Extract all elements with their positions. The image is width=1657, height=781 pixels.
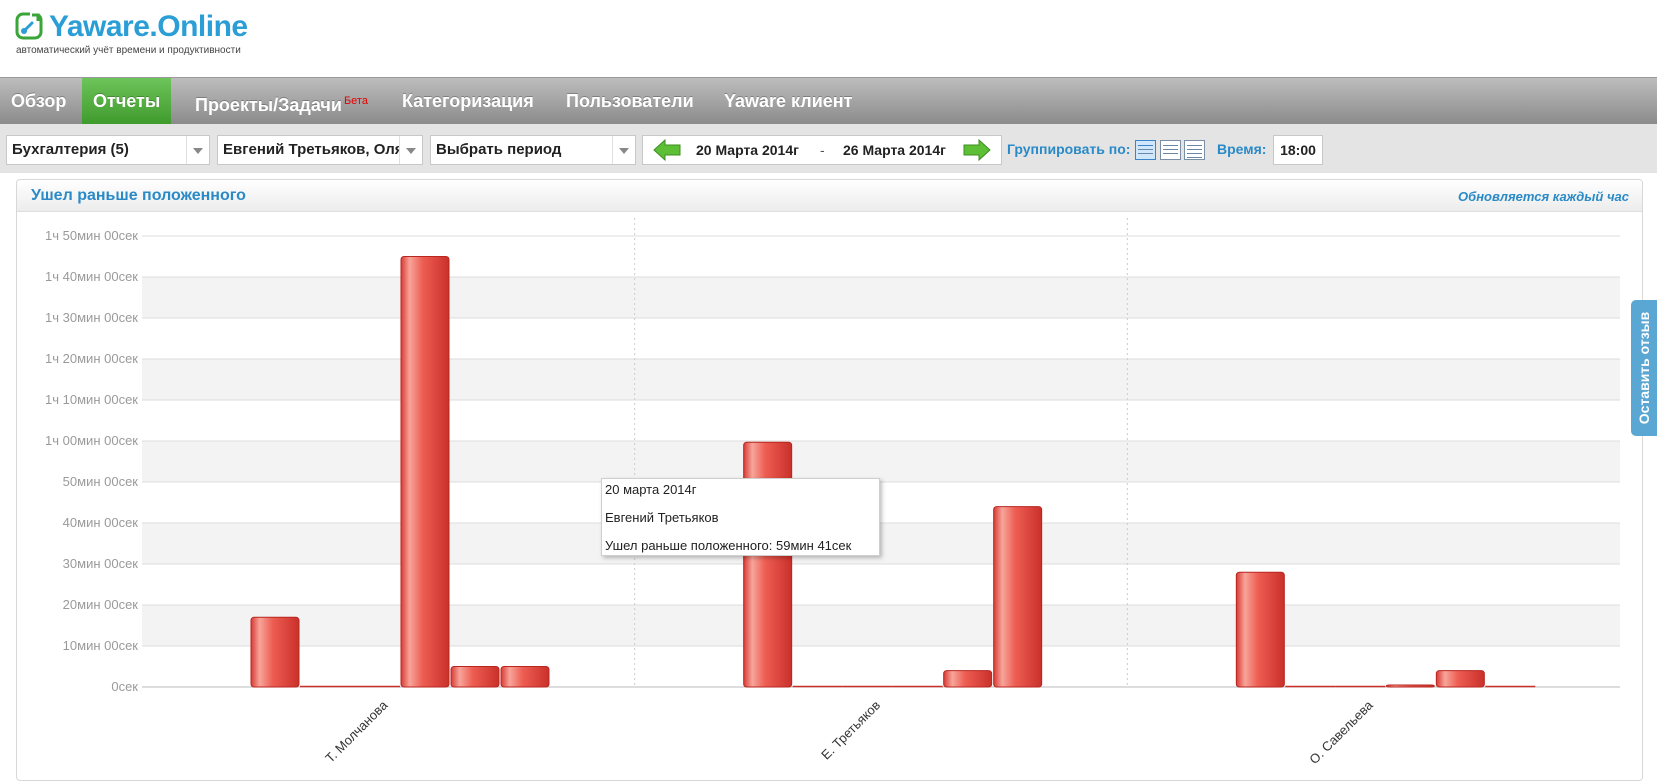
grid-band	[142, 523, 1620, 564]
bar	[993, 506, 1043, 688]
feedback-label: Оставить отзыв	[1636, 311, 1652, 425]
y-tick-label: 1ч 40мин 00сек	[45, 269, 138, 284]
tooltip-value: Ушел раньше положенного: 59мин 41сек	[605, 538, 852, 553]
y-tick-label: 1ч 30мин 00сек	[45, 310, 138, 325]
y-tick-label: 1ч 50мин 00сек	[45, 228, 138, 243]
x-category-label: Т. Молчанова	[322, 697, 391, 766]
y-tick-label: 50мин 00сек	[63, 474, 139, 489]
y-tick-label: 1ч 20мин 00сек	[45, 351, 138, 366]
y-tick-label: 20мин 00сек	[63, 597, 139, 612]
y-tick-label: 40мин 00сек	[63, 515, 139, 530]
bar	[1235, 571, 1285, 688]
bar-chart: 0сек 10мин 00сек 20мин 00сек 30мин 00сек 40м…	[45, 218, 1620, 767]
grid-band	[142, 605, 1620, 646]
tooltip-date: 20 марта 2014г	[605, 482, 697, 497]
y-tick-label: 10мин 00сек	[63, 638, 139, 653]
grid-band	[142, 359, 1620, 400]
bar	[1435, 670, 1485, 688]
bar	[450, 666, 500, 688]
bar	[400, 256, 450, 688]
bar	[943, 670, 993, 688]
y-tick-label: 30мин 00сек	[63, 556, 139, 571]
chart-tooltip: 20 марта 2014г Евгений Третьяков Ушел ра…	[601, 478, 880, 556]
y-tick-label: 1ч 10мин 00сек	[45, 392, 138, 407]
grid-band	[142, 441, 1620, 482]
bar	[1385, 684, 1435, 688]
bar	[250, 616, 300, 688]
x-category-label: Е. Третьяков	[818, 697, 883, 762]
feedback-tab[interactable]: Оставить отзыв	[1631, 300, 1657, 436]
grid-band	[142, 277, 1620, 318]
y-tick-label: 1ч 00мин 00сек	[45, 433, 138, 448]
x-category-label: О. Савельева	[1306, 697, 1376, 767]
tooltip-user: Евгений Третьяков	[605, 510, 719, 525]
y-tick-label: 0сек	[111, 679, 138, 694]
bar	[500, 666, 550, 688]
